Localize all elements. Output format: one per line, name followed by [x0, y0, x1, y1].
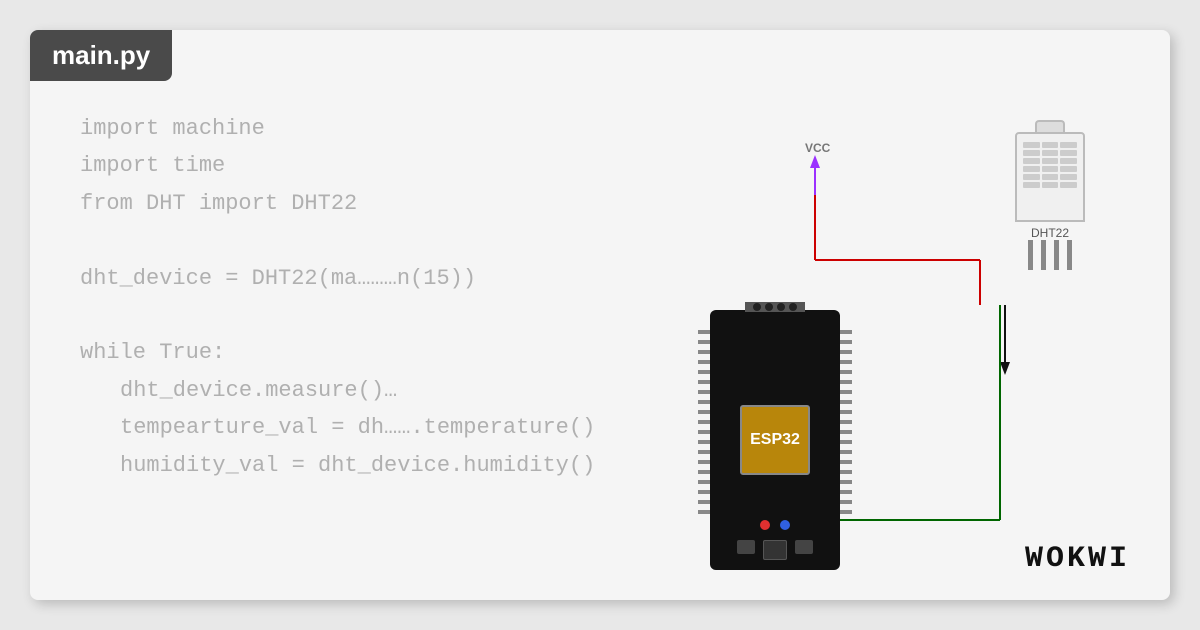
code-line-6 — [80, 297, 595, 334]
code-line-2: import time — [80, 147, 595, 184]
dht22-pin-4 — [1067, 240, 1072, 270]
esp32-pins-right — [840, 330, 852, 514]
dht22-body — [1015, 132, 1085, 222]
dht22-pin-3 — [1054, 240, 1059, 270]
code-line-9: tempearture_val = dh…….temperature() — [80, 409, 595, 446]
code-line-8: dht_device.measure()… — [80, 372, 595, 409]
svg-text:VCC: VCC — [805, 141, 831, 155]
wokwi-logo: WOKWi — [1025, 539, 1130, 576]
circuit-area: VCC — [610, 90, 1110, 570]
code-line-3: from DHT import DHT22 — [80, 185, 595, 222]
dht22-pin-2 — [1041, 240, 1046, 270]
esp32-top-connector — [745, 302, 805, 312]
esp32-leds — [760, 520, 790, 530]
code-line-5: dht_device = DHT22(ma………n(15)) — [80, 260, 595, 297]
esp32-comp1 — [737, 540, 755, 554]
led-red — [760, 520, 770, 530]
code-line-7: while True: — [80, 334, 595, 371]
dht22-sensor: DHT22 — [1010, 120, 1090, 270]
esp32-board: ESP32 — [710, 310, 840, 570]
esp32-bottom-components — [735, 540, 815, 560]
title-bar: main.py — [30, 30, 172, 81]
led-blue — [780, 520, 790, 530]
code-line-10: humidity_val = dht_device.humidity() — [80, 447, 595, 484]
esp32-pins-left — [698, 330, 710, 514]
dht22-pins — [1010, 240, 1090, 270]
code-area: import machine import time from DHT impo… — [80, 110, 595, 484]
code-line-1: import machine — [80, 110, 595, 147]
dht22-grid — [1017, 134, 1083, 196]
esp32-comp2 — [763, 540, 787, 560]
main-card: main.py import machine import time from … — [30, 30, 1170, 600]
esp32-comp3 — [795, 540, 813, 554]
dht22-pin-1 — [1028, 240, 1033, 270]
dht22-label: DHT22 — [1010, 226, 1090, 240]
code-line-4 — [80, 222, 595, 259]
file-title: main.py — [52, 40, 150, 70]
dht22-notch — [1035, 120, 1065, 132]
esp32-chip: ESP32 — [740, 405, 810, 475]
